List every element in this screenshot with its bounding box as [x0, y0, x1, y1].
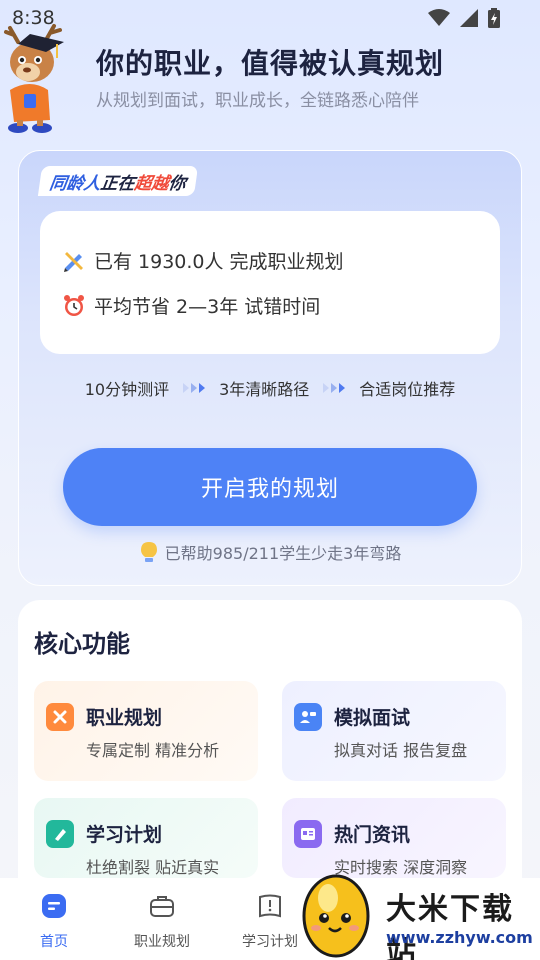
- helped-text: 已帮助985/211学生少走3年弯路: [164, 544, 402, 563]
- pencil-ruler-icon: [64, 251, 83, 272]
- feature-name: 学习计划: [86, 824, 163, 846]
- arrow-icon: [183, 383, 206, 393]
- peer-tag-part: 同龄人: [48, 173, 103, 194]
- watermark-egg-icon: [302, 874, 370, 958]
- peer-tag: 同龄人 正在 超越 你: [37, 166, 199, 196]
- mascot-deer-icon: [4, 24, 64, 133]
- feature-interview[interactable]: 模拟面试 拟真对话 报告复盘: [282, 681, 506, 781]
- feature-desc: 拟真对话 报告复盘: [334, 741, 468, 760]
- helped-note: 已帮助985/211学生少走3年弯路: [0, 540, 540, 564]
- home-icon: [42, 894, 66, 918]
- feature-desc: 杜绝割裂 贴近真实: [86, 858, 220, 877]
- step-item: 10分钟测评: [84, 380, 170, 399]
- peer-tag-part: 正在: [99, 173, 137, 194]
- interview-icon: [294, 703, 322, 731]
- briefcase-icon: [150, 896, 174, 917]
- feature-study[interactable]: 学习计划 杜绝割裂 贴近真实: [34, 798, 258, 878]
- nav-label: 职业规划: [134, 934, 190, 950]
- watermark-text: 大米下载站: [386, 892, 514, 960]
- steps-flow: 10分钟测评 3年清晰路径 合适岗位推荐: [0, 376, 540, 400]
- study-icon: [46, 820, 74, 848]
- stat-saved-text: 平均节省 2—3年 试错时间: [94, 296, 321, 318]
- nav-career[interactable]: 职业规划: [108, 878, 216, 960]
- alarm-clock-icon: [64, 294, 84, 316]
- watermark-url: www.zzhyw.com: [386, 928, 533, 947]
- wifi-icon: [428, 9, 450, 26]
- stat-saved: 平均节省 2—3年 试错时间: [62, 292, 320, 319]
- book-icon: [259, 894, 281, 918]
- stat-completed: 已有 1930.0人 完成职业规划: [62, 247, 344, 274]
- battery-icon: [488, 8, 500, 28]
- peer-tag-part: 超越: [133, 173, 171, 194]
- status-icons: [428, 8, 500, 28]
- feature-name: 职业规划: [86, 707, 163, 729]
- status-bar: 8:38: [0, 0, 540, 36]
- step-item: 合适岗位推荐: [359, 380, 456, 399]
- start-plan-button[interactable]: 开启我的规划: [63, 448, 477, 526]
- feature-name: 模拟面试: [334, 707, 411, 729]
- stats-box: 已有 1930.0人 完成职业规划 平均节省 2—3年 试错时间: [40, 211, 500, 354]
- nav-home[interactable]: 首页: [0, 878, 108, 960]
- feature-name: 热门资讯: [334, 824, 411, 846]
- nav-label: 首页: [40, 934, 68, 950]
- page-subtitle: 从规划到面试，职业成长，全链路悉心陪伴: [96, 91, 419, 111]
- stat-completed-text: 已有 1930.0人 完成职业规划: [94, 251, 344, 273]
- signal-icon: [460, 9, 478, 27]
- career-icon: [46, 703, 74, 731]
- lightbulb-icon: [140, 542, 157, 562]
- peer-tag-part: 你: [167, 173, 188, 194]
- arrow-icon: [323, 383, 346, 393]
- step-item: 3年清晰路径: [219, 380, 310, 399]
- feature-career[interactable]: 职业规划 专属定制 精准分析: [34, 681, 258, 781]
- news-icon: [294, 820, 322, 848]
- core-title: 核心功能: [34, 630, 130, 658]
- feature-desc: 专属定制 精准分析: [86, 741, 220, 760]
- page-title: 你的职业，值得被认真规划: [96, 47, 445, 80]
